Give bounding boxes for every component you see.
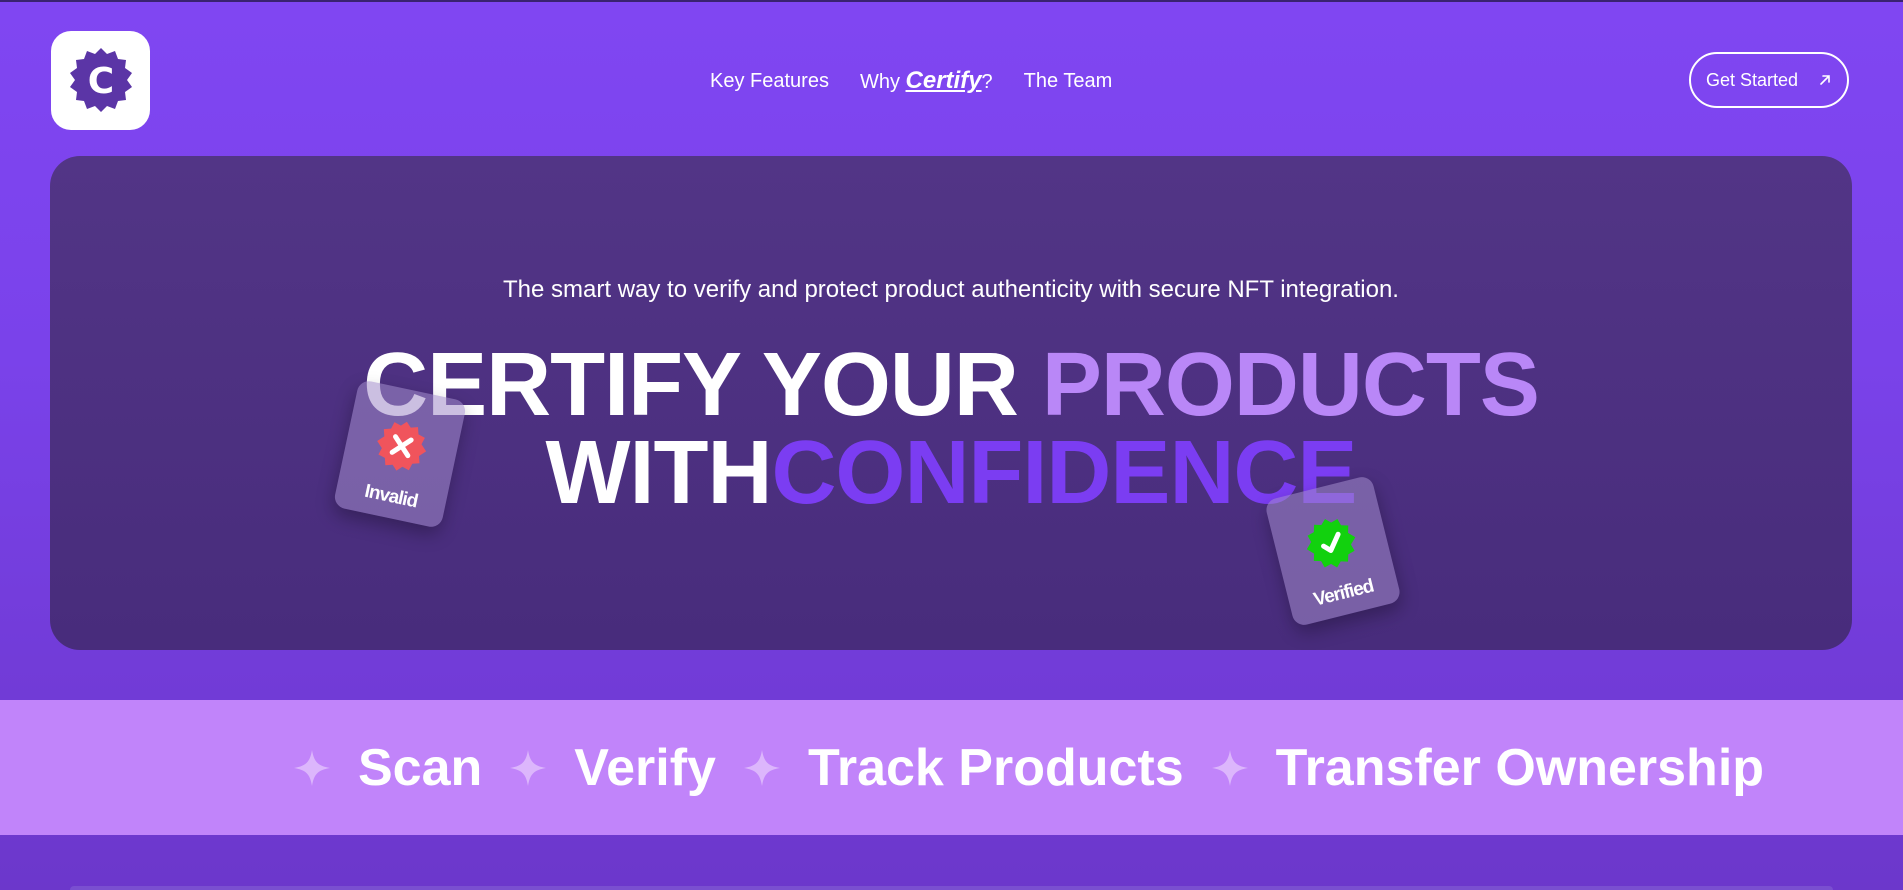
verified-label: Verified — [1311, 575, 1376, 611]
get-started-label: Get Started — [1705, 69, 1799, 90]
headline-line-2: WITHCONFIDENCE — [50, 428, 1852, 518]
nav-why-brand: Certify — [905, 67, 982, 94]
svg-text:C: C — [87, 61, 113, 102]
nav-link-the-team[interactable]: The Team — [1024, 70, 1113, 93]
feature-item-transfer-ownership: Transfer Ownership — [1275, 739, 1765, 797]
main-nav: Key Features Why Certify? The Team — [710, 67, 1113, 95]
feature-item-verify: Verify — [574, 739, 716, 797]
sparkle-icon — [742, 748, 782, 788]
nav-link-key-features[interactable]: Key Features — [710, 70, 829, 93]
x-badge-icon — [377, 421, 427, 471]
headline-line-1-white: CERTIFY YOUR — [363, 335, 1042, 435]
check-badge-icon — [1306, 518, 1356, 568]
hero-headline: CERTIFY YOUR PRODUCTS WITHCONFIDENCE — [50, 340, 1852, 518]
next-section-edge — [70, 886, 1833, 890]
sparkle-icon — [292, 748, 332, 788]
sparkle-icon — [508, 748, 548, 788]
logo-button[interactable]: C — [51, 31, 150, 130]
certify-seal-logo-icon: C — [69, 47, 132, 112]
headline-line-2-white: WITH — [545, 423, 773, 523]
feature-item-track-products: Track Products — [807, 739, 1184, 797]
feature-marquee-track: Scan Verify Track Products Transfer Owne… — [292, 738, 1764, 798]
headline-line-1-accent: PRODUCTS — [1041, 335, 1540, 435]
get-started-button[interactable]: Get Started — [1689, 52, 1849, 108]
hero-panel: The smart way to verify and protect prod… — [50, 156, 1852, 650]
headline-line-1: CERTIFY YOUR PRODUCTS — [50, 340, 1852, 430]
nav-link-why-certify[interactable]: Why Certify? — [860, 67, 993, 95]
feature-marquee-band: Scan Verify Track Products Transfer Owne… — [0, 700, 1903, 835]
invalid-label: Invalid — [362, 480, 420, 513]
top-edge — [0, 0, 1903, 2]
feature-item-scan: Scan — [358, 739, 483, 797]
sparkle-icon — [1210, 748, 1250, 788]
hero-subtitle: The smart way to verify and protect prod… — [503, 276, 1399, 303]
nav-why-prefix: Why — [859, 71, 906, 93]
arrow-up-right-icon — [1820, 75, 1830, 85]
nav-why-suffix: ? — [981, 71, 993, 93]
